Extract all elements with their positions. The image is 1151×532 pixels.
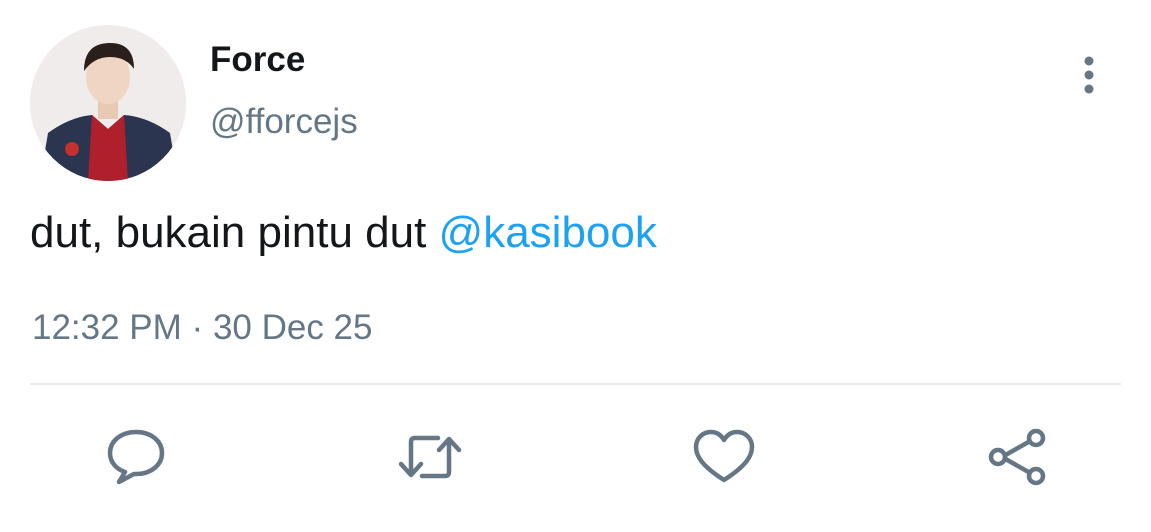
more-options-button[interactable]: [1072, 54, 1106, 96]
divider: [30, 383, 1121, 385]
share-icon: [988, 428, 1046, 486]
tweet-date: 30 Dec 25: [212, 308, 373, 347]
avatar-image: [30, 25, 186, 181]
timestamp-separator: ·: [191, 308, 204, 347]
avatar[interactable]: [30, 25, 186, 181]
tweet-timestamp[interactable]: 12:32 PM · 30 Dec 25: [32, 308, 373, 348]
reply-icon: [107, 429, 165, 485]
tweet-text: dut, bukain pintu dut @kasibook: [30, 208, 657, 258]
mention-link[interactable]: @kasibook: [439, 208, 657, 257]
reply-button[interactable]: [104, 428, 168, 486]
retweet-icon: [398, 435, 462, 479]
author-handle[interactable]: @fforcejs: [210, 102, 358, 142]
more-vertical-icon: [1084, 56, 1094, 94]
heart-icon: [693, 429, 755, 483]
author-display-name[interactable]: Force: [210, 40, 305, 80]
tweet-body-text: dut, bukain pintu dut: [30, 208, 439, 257]
like-button[interactable]: [692, 428, 756, 486]
share-button[interactable]: [986, 428, 1050, 486]
retweet-button[interactable]: [398, 428, 462, 486]
tweet-time: 12:32 PM: [32, 308, 182, 347]
